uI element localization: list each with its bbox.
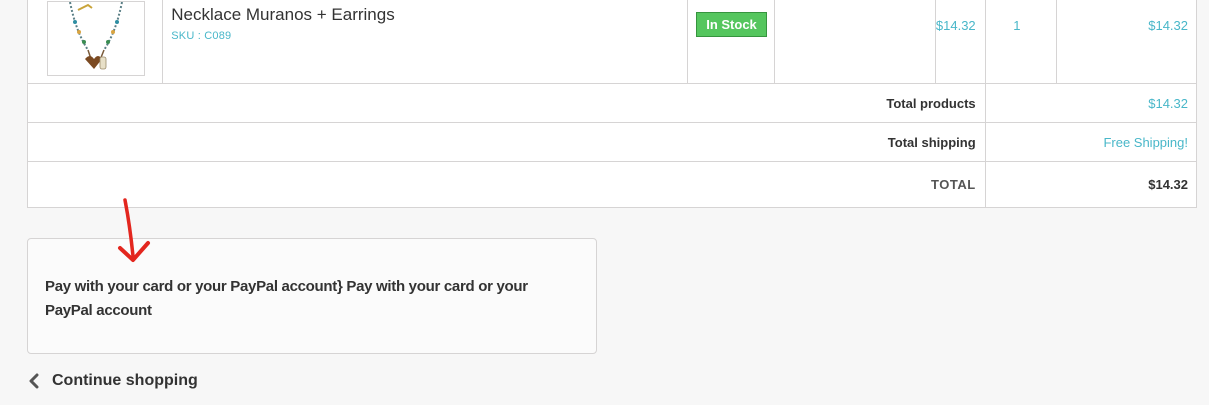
unit-price: $14.32 bbox=[934, 0, 986, 84]
empty-cell bbox=[773, 0, 936, 84]
continue-shopping-link[interactable]: Continue shopping bbox=[27, 372, 198, 390]
cart-summary-table: Necklace Muranos + Earrings SKU : C089 I… bbox=[26, 0, 1198, 208]
in-stock-badge: In Stock bbox=[696, 12, 767, 37]
table-row: Necklace Muranos + Earrings SKU : C089 I… bbox=[26, 0, 1197, 84]
product-description-cell: Necklace Muranos + Earrings SKU : C089 bbox=[162, 0, 689, 84]
product-image-cell bbox=[26, 0, 164, 84]
chevron-left-icon bbox=[29, 373, 39, 389]
product-thumbnail[interactable] bbox=[47, 0, 145, 76]
product-name[interactable]: Necklace Muranos + Earrings bbox=[171, 4, 679, 26]
grand-total-value: $14.32 bbox=[984, 161, 1198, 208]
total-shipping-label: Total shipping bbox=[27, 122, 986, 162]
quantity-value: 1 bbox=[984, 0, 1058, 84]
table-row: Total shipping Free Shipping! bbox=[27, 122, 1198, 162]
annotation-arrow-icon bbox=[118, 198, 150, 262]
table-row: TOTAL $14.32 bbox=[27, 161, 1198, 208]
total-products-label: Total products bbox=[27, 83, 986, 123]
availability-cell: In Stock bbox=[687, 0, 775, 84]
continue-shopping-label[interactable]: Continue shopping bbox=[52, 372, 198, 390]
table-row: Total products $14.32 bbox=[27, 83, 1198, 123]
grand-total-label: TOTAL bbox=[27, 161, 986, 208]
total-products-value: $14.32 bbox=[984, 83, 1198, 123]
line-total: $14.32 bbox=[1056, 0, 1197, 84]
necklace-image bbox=[69, 1, 123, 69]
payment-option-label[interactable]: Pay with your card or your PayPal accoun… bbox=[45, 275, 565, 323]
product-sku: SKU : C089 bbox=[171, 30, 232, 42]
total-shipping-value: Free Shipping! bbox=[984, 122, 1198, 162]
